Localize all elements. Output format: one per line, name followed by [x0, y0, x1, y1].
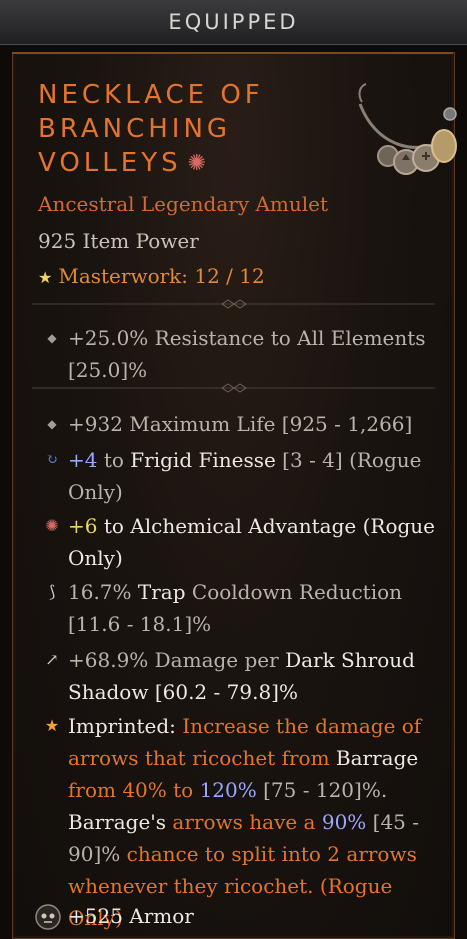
equipped-header: EQUIPPED: [0, 0, 467, 45]
masterwork-status: ★ Masterwork: 12 / 12: [38, 264, 265, 288]
imprint-line-3a: from 40% to: [68, 778, 200, 802]
imprint-line-1: Increase the damage of: [182, 714, 422, 738]
imprint-line-3b: 120%: [199, 778, 257, 802]
shroud-skill: Dark Shroud: [285, 648, 415, 672]
imprint-line-5a: 90]%: [68, 842, 121, 866]
affix-armor: +525 Armor: [68, 900, 467, 932]
imprinted-star-icon: ★: [44, 716, 60, 735]
alchemical-skill: Alchemical Advantage (Rogue: [130, 514, 436, 538]
trap-post: Cooldown Reduction: [185, 580, 403, 604]
affix-frigid-finesse: ↻ +4 to Frigid Finesse [3 - 4] (Rogue Onl…: [44, 444, 444, 508]
frigid-range: [3 - 4] (Rogue: [275, 448, 422, 472]
diamond-bullet-icon: ◆: [47, 331, 57, 345]
imprint-line-4b: arrows have a: [166, 810, 322, 834]
frigid-pre: to: [97, 448, 131, 472]
item-power: 925 Item Power: [38, 229, 199, 253]
shroud-cont: Shadow [60.2 - 79.8]%: [68, 680, 298, 704]
frigid-skill: Frigid Finesse: [130, 448, 276, 472]
life-text: +932 Maximum Life [925 - 1,266]: [68, 412, 413, 436]
divider-2: [32, 382, 435, 394]
item-name-line-1: NECKLACE OF: [38, 80, 264, 110]
alchemical-pre: to: [97, 514, 131, 538]
legendary-aspect-icon: ✺: [187, 150, 211, 176]
alchemical-value: +6: [68, 514, 98, 538]
trap-value: 16.7%: [68, 580, 138, 604]
imprint-line-3c: [75 - 120]%.: [256, 778, 388, 802]
frigid-cont: Only): [68, 480, 123, 504]
imprint-line-5b: chance to split into 2 arrows: [120, 842, 417, 866]
alchemical-advantage-icon: ✺: [45, 516, 59, 535]
item-name-line-3: VOLLEYS: [38, 148, 182, 178]
resistance-range: [25.0]%: [68, 358, 148, 382]
armor-text: +525 Armor: [68, 904, 194, 928]
item-name-line-2: BRANCHING: [38, 114, 232, 144]
trap-range: [11.6 - 18.1]%: [68, 612, 212, 636]
affix-maximum-life: ◆ +932 Maximum Life [925 - 1,266]: [44, 408, 444, 440]
affix-alchemical-advantage: ✺ +6 to Alchemical Advantage (Rogue Only): [44, 510, 444, 574]
diamond-bullet-icon: ◆: [47, 417, 57, 431]
imprint-line-4a: Barrage's: [68, 810, 167, 834]
frigid-finesse-icon: ↻: [46, 452, 58, 468]
frigid-value: +4: [68, 448, 98, 472]
masterwork-label: Masterwork: 12 / 12: [58, 264, 265, 288]
dark-shroud-icon: ↗: [45, 650, 59, 669]
masterwork-star-icon: ★: [38, 268, 53, 287]
armor-skull-icon: [35, 904, 61, 930]
trap-skill: Trap: [137, 580, 186, 604]
item-type: Ancestral Legendary Amulet: [38, 192, 329, 216]
shroud-pre: +68.9% Damage per: [68, 648, 286, 672]
alchemical-cont: Only): [68, 546, 123, 570]
item-name: NECKLACE OF BRANCHING VOLLEYS ✺: [38, 78, 264, 181]
amulet-image-icon: [358, 83, 457, 175]
header-title: EQUIPPED: [168, 10, 299, 34]
imprint-line-2b: Barrage: [335, 746, 419, 770]
imprint-label: Imprinted:: [68, 714, 183, 738]
affix-dark-shroud: ↗ +68.9% Damage per Dark Shroud Shadow [6…: [44, 644, 444, 708]
imprint-line-4c: 90%: [321, 810, 367, 834]
affix-trap-cooldown: ⟆ 16.7% Trap Cooldown Reduction [11.6 - 1…: [44, 576, 444, 640]
imprint-line-2a: arrows that ricochet from: [68, 746, 336, 770]
affix-resistance: ◆ +25.0% Resistance to All Elements [25.0…: [44, 322, 444, 386]
divider-1: [32, 298, 435, 310]
resistance-text: +25.0% Resistance to All Elements: [68, 326, 426, 350]
imprint-line-4d: [45 -: [366, 810, 420, 834]
trap-cooldown-icon: ⟆: [48, 582, 56, 601]
